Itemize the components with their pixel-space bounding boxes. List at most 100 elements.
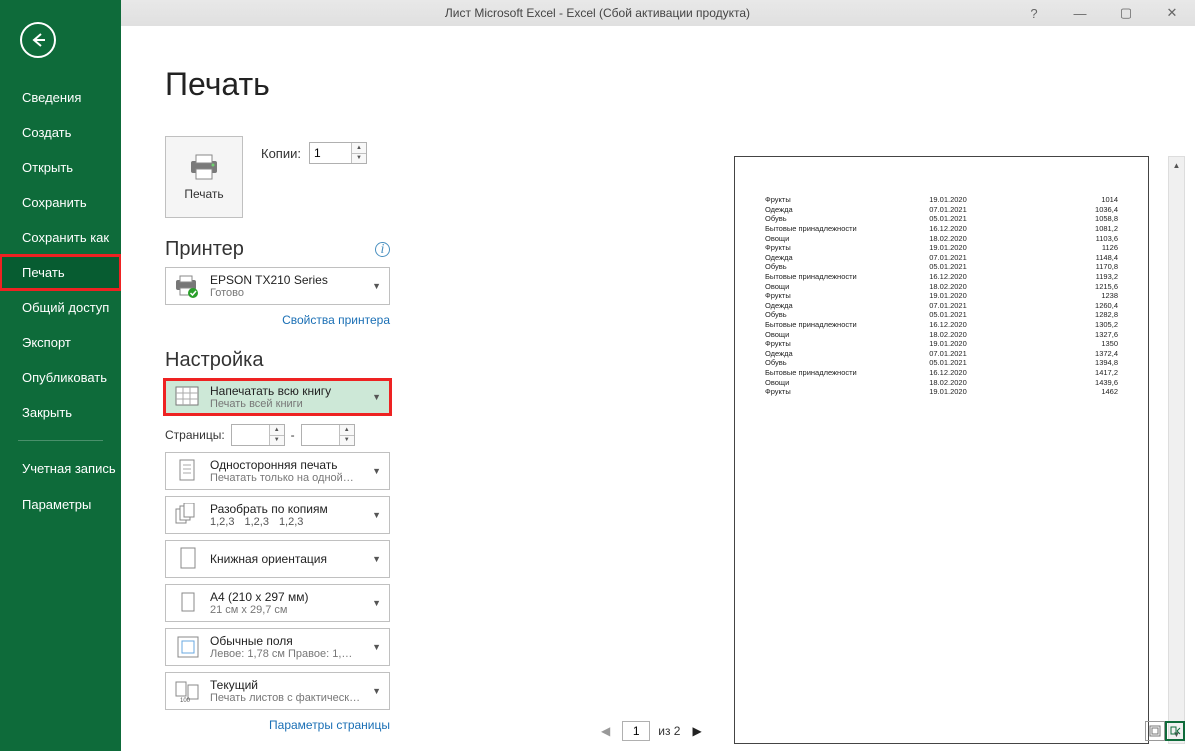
sidebar-item-options[interactable]: Параметры	[0, 487, 121, 522]
collate-select[interactable]: Разобрать по копиям 1,2,3 1,2,3 1,2,3 ▼	[165, 496, 390, 534]
print-preview-area: Фрукты19.01.20201014Одежда07.01.20211036…	[611, 136, 1185, 721]
page-title: Печать	[121, 26, 1195, 123]
table-row: Обувь05.01.20211282,8	[763, 310, 1120, 320]
prev-page-button[interactable]: ◀	[597, 724, 614, 738]
sides-title: Односторонняя печать	[210, 458, 370, 472]
print-what-select[interactable]: Напечатать всю книгу Печать всей книги ▼	[163, 378, 392, 416]
pages-from-input[interactable]: ▲▼	[231, 424, 285, 446]
table-row: Фрукты19.01.20201350	[763, 339, 1120, 349]
page-number-input[interactable]	[622, 721, 650, 741]
pages-to-up[interactable]: ▲	[339, 425, 354, 436]
close-button[interactable]: ✕	[1149, 0, 1195, 26]
scaling-icon: 100	[172, 677, 204, 705]
print-backstage-main: Печать Печать Копии: 1 ▲▼	[121, 26, 1195, 751]
sidebar-item-account[interactable]: Учетная запись	[0, 451, 121, 487]
page-of-label: из 2	[658, 724, 680, 738]
copies-input[interactable]: 1 ▲▼	[309, 142, 367, 164]
titlebar-text: Лист Microsoft Excel - Excel (Сбой актив…	[445, 6, 750, 20]
svg-text:100: 100	[180, 698, 191, 704]
show-margins-button[interactable]	[1145, 721, 1165, 741]
copies-up-button[interactable]: ▲	[351, 143, 366, 154]
orientation-title: Книжная ориентация	[210, 552, 370, 566]
chevron-down-icon: ▼	[370, 510, 383, 520]
scaling-select[interactable]: 100 Текущий Печать листов с фактическ… ▼	[165, 672, 390, 710]
printer-icon	[187, 153, 221, 181]
printer-select[interactable]: EPSON TX210 Series Готово ▼	[165, 267, 390, 305]
table-row: Фрукты19.01.20201126	[763, 243, 1120, 253]
page-setup-link[interactable]: Параметры страницы	[269, 718, 390, 732]
printer-props-link[interactable]: Свойства принтера	[282, 313, 390, 327]
table-row: Овощи18.02.20201327,6	[763, 329, 1120, 339]
chevron-down-icon: ▼	[370, 281, 383, 291]
sidebar-item-open[interactable]: Открыть	[0, 150, 121, 185]
backstage-sidebar: Сведения Создать Открыть Сохранить Сохра…	[0, 0, 121, 751]
chevron-down-icon: ▼	[370, 642, 383, 652]
print-what-title: Напечатать всю книгу	[210, 384, 370, 398]
help-button[interactable]: ?	[1011, 0, 1057, 26]
chevron-down-icon: ▼	[370, 392, 383, 402]
chevron-down-icon: ▼	[370, 554, 383, 564]
scaling-title: Текущий	[210, 678, 370, 692]
copies-down-button[interactable]: ▼	[351, 154, 366, 164]
collate-title: Разобрать по копиям	[210, 502, 370, 516]
paper-size-select[interactable]: A4 (210 x 297 мм) 21 см x 29,7 см ▼	[165, 584, 390, 622]
collate-seq-2: 1,2,3	[244, 516, 268, 528]
zoom-to-page-button[interactable]	[1165, 721, 1185, 741]
sidebar-item-share[interactable]: Общий доступ	[0, 290, 121, 325]
table-row: Обувь05.01.20211170,8	[763, 262, 1120, 272]
table-row: Бытовые принадлежности16.12.20201417,2	[763, 368, 1120, 378]
margins-title: Обычные поля	[210, 634, 370, 648]
copies-label: Копии:	[261, 146, 301, 161]
table-row: Бытовые принадлежности16.12.20201305,2	[763, 320, 1120, 330]
margins-select[interactable]: Обычные поля Левое: 1,78 см Правое: 1,… …	[165, 628, 390, 666]
printer-name: EPSON TX210 Series	[210, 273, 370, 287]
preview-scrollbar[interactable]: ▲ ▼	[1168, 156, 1185, 744]
collate-seq-3: 1,2,3	[279, 516, 303, 528]
table-row: Овощи18.02.20201439,6	[763, 377, 1120, 387]
scroll-thumb[interactable]	[1169, 174, 1184, 726]
sidebar-item-saveas[interactable]: Сохранить как	[0, 220, 121, 255]
sidebar-separator	[18, 440, 103, 441]
portrait-icon	[172, 545, 204, 573]
sidebar-item-export[interactable]: Экспорт	[0, 325, 121, 360]
paper-sub: 21 см x 29,7 см	[210, 604, 370, 616]
sidebar-item-print[interactable]: Печать	[0, 255, 121, 290]
single-side-icon	[172, 457, 204, 485]
sidebar-item-save[interactable]: Сохранить	[0, 185, 121, 220]
sidebar-item-publish[interactable]: Опубликовать	[0, 360, 121, 395]
sides-select[interactable]: Односторонняя печать Печатать только на …	[165, 452, 390, 490]
sidebar-item-info[interactable]: Сведения	[0, 80, 121, 115]
sidebar-item-close[interactable]: Закрыть	[0, 395, 121, 430]
table-row: Овощи18.02.20201103,6	[763, 233, 1120, 243]
print-button[interactable]: Печать	[165, 136, 243, 218]
next-page-button[interactable]: ▶	[688, 724, 705, 738]
paper-title: A4 (210 x 297 мм)	[210, 590, 370, 604]
page-navigation: ◀ из 2 ▶	[611, 719, 1185, 743]
printer-info-icon[interactable]: i	[375, 242, 390, 257]
printer-status: Готово	[210, 287, 370, 299]
margins-sub: Левое: 1,78 см Правое: 1,…	[210, 648, 370, 660]
printer-device-icon	[172, 272, 204, 300]
table-row: Одежда07.01.20211260,4	[763, 301, 1120, 311]
pages-to-down[interactable]: ▼	[339, 436, 354, 446]
table-row: Обувь05.01.20211058,8	[763, 214, 1120, 224]
table-row: Одежда07.01.20211148,4	[763, 253, 1120, 263]
sidebar-item-new[interactable]: Создать	[0, 115, 121, 150]
table-row: Фрукты19.01.20201462	[763, 387, 1120, 397]
pages-from-down[interactable]: ▼	[269, 436, 284, 446]
printer-heading: Принтер	[165, 238, 244, 261]
pages-separator: -	[291, 428, 295, 442]
table-row: Одежда07.01.20211036,4	[763, 205, 1120, 215]
back-button[interactable]	[20, 22, 56, 58]
pages-from-up[interactable]: ▲	[269, 425, 284, 436]
minimize-button[interactable]: —	[1057, 0, 1103, 26]
pages-to-input[interactable]: ▲▼	[301, 424, 355, 446]
maximize-button[interactable]: ▢	[1103, 0, 1149, 26]
table-row: Бытовые принадлежности16.12.20201193,2	[763, 272, 1120, 282]
titlebar: Лист Microsoft Excel - Excel (Сбой актив…	[0, 0, 1195, 26]
orientation-select[interactable]: Книжная ориентация ▼	[165, 540, 390, 578]
preview-table: Фрукты19.01.20201014Одежда07.01.20211036…	[763, 195, 1120, 396]
preview-page: Фрукты19.01.20201014Одежда07.01.20211036…	[734, 156, 1149, 744]
settings-heading: Настройка	[165, 349, 515, 372]
scroll-up-button[interactable]: ▲	[1169, 157, 1184, 174]
